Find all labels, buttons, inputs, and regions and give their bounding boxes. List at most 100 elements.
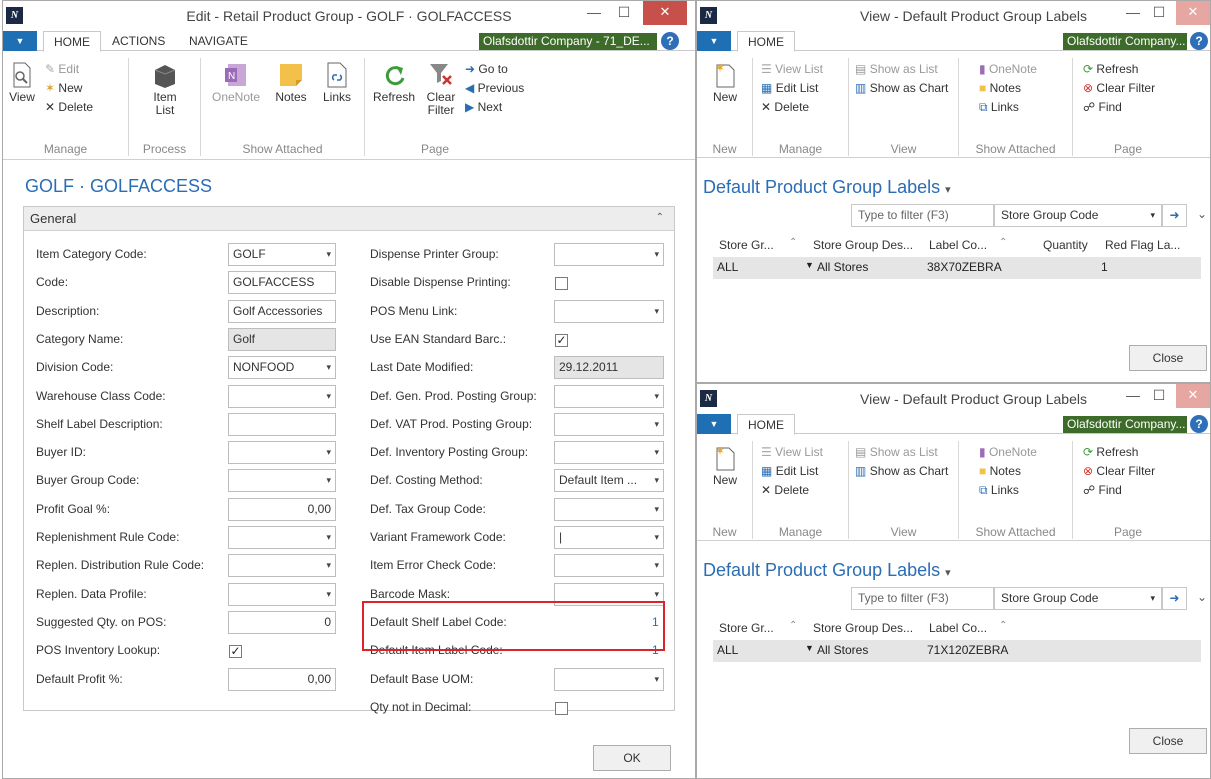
new-button[interactable]: ✶ New [705,61,745,104]
onenote-button[interactable]: ▮ OneNote [979,444,1037,460]
field-dropdown[interactable]: ▾ [554,441,664,465]
maximize-button[interactable]: ☐ [609,1,639,25]
next-button[interactable]: ▶ Next [465,99,502,115]
field-dropdown[interactable]: ▾ [228,582,336,606]
title-dropdown-icon[interactable]: ▾ [945,567,951,579]
chevron-down-icon[interactable]: ▾ [654,555,659,576]
application-menu-button[interactable]: ▼ [3,31,37,51]
general-section-header[interactable]: General ⌃ [24,207,674,231]
field-dropdown[interactable]: ▾ [228,441,336,465]
show-as-chart-button[interactable]: ▥ Show as Chart [855,80,948,96]
collapse-chevron-icon[interactable]: ⌃ [656,212,664,223]
field-dropdown[interactable]: ▾ [228,554,336,578]
field-checkbox[interactable]: ✓ [555,333,568,347]
field-dropdown[interactable]: GOLF ▾ [228,243,336,266]
field-dropdown[interactable]: ▾ [554,497,664,521]
delete-button[interactable]: ✕ Delete [761,482,809,498]
apply-filter-button[interactable]: ➜ [1162,587,1187,610]
goto-button[interactable]: ➜ Go to [465,61,508,77]
chevron-down-icon[interactable]: ▾ [326,584,331,605]
field-dropdown[interactable]: ▾ [228,469,336,493]
filter-field-select[interactable]: Store Group Code ▾ [994,587,1162,610]
title-bar[interactable]: N View - Default Product Group Labels — … [697,384,1210,414]
close-dialog-button[interactable]: Close [1129,345,1207,371]
col-header-store-desc[interactable]: Store Group Des... [813,621,913,635]
chevron-down-icon[interactable]: ▾ [326,442,331,463]
tab-home[interactable]: HOME [737,414,795,435]
application-menu-button[interactable]: ▼ [697,31,731,51]
expand-chevron-icon[interactable]: ⌄ [1197,207,1207,221]
col-header-store-group[interactable]: Store Gr... [719,238,774,252]
field-dropdown[interactable]: ▾ [554,667,664,691]
tab-actions[interactable]: ACTIONS [102,31,175,52]
field-input[interactable]: 0,00 [228,667,336,691]
title-bar[interactable]: N View - Default Product Group Labels — … [697,1,1210,31]
edit-button[interactable]: ✎ Edit [45,61,79,77]
item-list-button[interactable]: Item List [143,62,187,117]
show-as-list-button[interactable]: ▤ Show as List [855,61,938,77]
title-bar[interactable]: N Edit - Retail Product Group - GOLF · G… [3,1,695,31]
field-dropdown[interactable]: ▾ [554,554,664,578]
apply-filter-button[interactable]: ➜ [1162,204,1187,227]
application-menu-button[interactable]: ▼ [697,414,731,434]
field-dropdown[interactable]: NONFOOD ▾ [228,356,336,380]
clear-filter-button[interactable]: ⊗ Clear Filter [1083,463,1155,479]
links-button[interactable]: ⧉ Links [979,482,1019,498]
maximize-button[interactable]: ☐ [1144,384,1174,408]
chevron-down-icon[interactable]: ▾ [326,527,331,548]
chevron-down-icon[interactable]: ▾ [654,301,659,322]
help-icon[interactable]: ? [661,32,679,50]
field-dropdown[interactable]: ▾ [228,526,336,549]
ok-button[interactable]: OK [593,745,671,771]
col-header-label-code[interactable]: Label Co... [929,238,987,252]
chevron-down-icon[interactable]: ▾ [654,414,659,435]
onenote-button[interactable]: ▮ OneNote [979,61,1037,77]
edit-list-button[interactable]: ▦ Edit List [761,463,818,479]
field-checkbox[interactable]: ✓ [229,645,242,659]
new-button[interactable]: ✶ New [705,444,745,487]
filter-input[interactable]: Type to filter (F3) [851,204,994,227]
chevron-down-icon[interactable]: ▾ [654,244,659,265]
title-dropdown-icon[interactable]: ▾ [945,184,951,196]
filter-field-select[interactable]: Store Group Code ▾ [994,204,1162,227]
delete-button[interactable]: ✕ Delete [761,99,809,115]
close-button[interactable]: ✕ [1176,384,1210,408]
chevron-down-icon[interactable]: ▾ [654,386,659,407]
chevron-down-icon[interactable]: ▾ [326,470,331,491]
chevron-down-icon[interactable]: ▾ [326,244,331,265]
chevron-down-icon[interactable]: ▾ [654,527,659,548]
field-input[interactable] [228,412,336,436]
refresh-button[interactable]: ⟳ Refresh [1083,61,1138,77]
filter-input[interactable]: Type to filter (F3) [851,587,994,610]
field-dropdown[interactable]: ▾ [554,412,664,436]
notes-button[interactable]: ■ Notes [979,463,1021,479]
row-dropdown-icon[interactable]: ▼ [805,260,814,270]
links-button[interactable]: ⧉ Links [979,99,1019,115]
clear-filter-button[interactable]: Clear Filter [421,62,461,117]
view-list-button[interactable]: ☰ View List [761,444,823,460]
field-input[interactable]: GOLFACCESS [228,271,336,295]
view-list-button[interactable]: ☰ View List [761,61,823,77]
chevron-down-icon[interactable]: ▾ [326,555,331,576]
delete-button[interactable]: ✕ Delete [45,99,93,115]
close-button[interactable]: ✕ [1176,1,1210,25]
field-input[interactable]: 0,00 [228,497,336,521]
notes-button[interactable]: Notes [271,62,311,104]
table-row[interactable]: ALL ▼ All Stores 71X120ZEBRA [713,640,1201,662]
field-dropdown[interactable]: ▾ [554,243,664,266]
new-button[interactable]: ✶ New [45,80,82,96]
col-header-red-flag[interactable]: Red Flag La... [1105,238,1180,252]
chevron-down-icon[interactable]: ▾ [654,442,659,463]
clear-filter-button[interactable]: ⊗ Clear Filter [1083,80,1155,96]
show-as-list-button[interactable]: ▤ Show as List [855,444,938,460]
previous-button[interactable]: ◀ Previous [465,80,524,96]
minimize-button[interactable]: — [579,1,609,25]
col-header-label-code[interactable]: Label Co... [929,621,987,635]
notes-button[interactable]: ■ Notes [979,80,1021,96]
chevron-down-icon[interactable]: ▾ [654,499,659,520]
tab-home[interactable]: HOME [43,31,101,52]
chevron-down-icon[interactable]: ▾ [326,357,331,378]
company-badge[interactable]: Olafsdottir Company... [1063,416,1187,433]
find-button[interactable]: ☍ Find [1083,482,1122,498]
find-button[interactable]: ☍ Find [1083,99,1122,115]
